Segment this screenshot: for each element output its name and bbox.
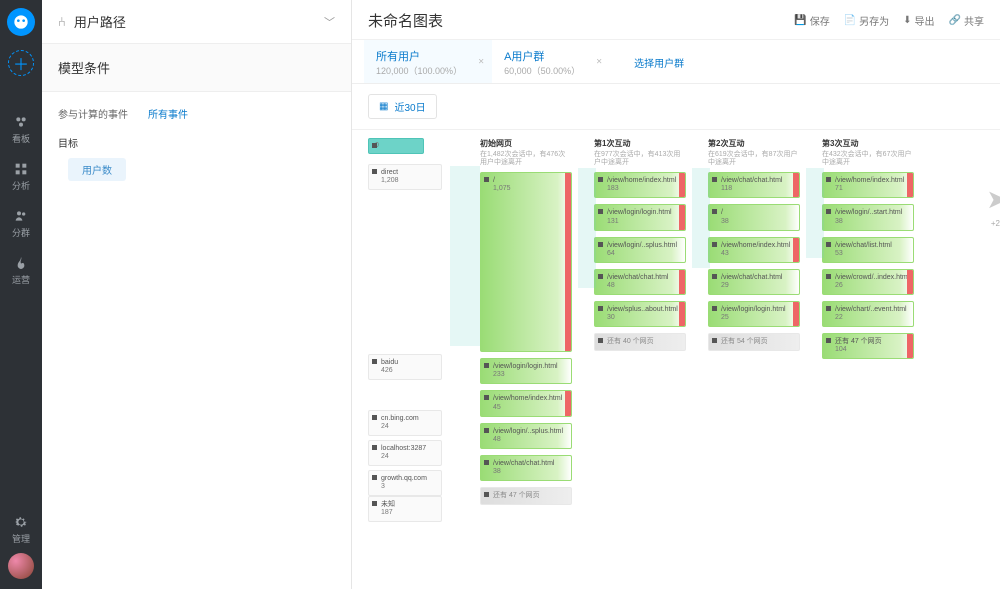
nav-analysis[interactable]: 分析 (0, 153, 42, 200)
tab-all-users[interactable]: 所有用户 120,000（100.00%） × (364, 40, 492, 83)
sankey-chart: 0 direct1,208 baidu426 cn.bing.com24 localho… (352, 130, 1000, 589)
export-button[interactable]: ⬇ 导出 (903, 13, 934, 28)
tab-select-cohort[interactable]: 选择用户群 (610, 40, 714, 83)
nav-cohort[interactable]: 分群 (0, 200, 42, 247)
tab-cohort-a[interactable]: A用户群 60,000（50.00%） × (492, 40, 610, 83)
column-sub: 在619次会话中，有87次用户中途离开 (708, 151, 800, 166)
path-node[interactable]: /view/splus..about.html30 (594, 301, 686, 327)
metric-chip[interactable]: 用户数 (68, 158, 126, 181)
tab-sub: 120,000（100.00%） (376, 64, 462, 77)
close-icon[interactable]: × (478, 56, 484, 67)
save-as-button[interactable]: 📄 另存为 (844, 13, 889, 28)
path-node[interactable]: /view/login/login.html131 (594, 204, 686, 230)
date-label: 近30日 (394, 99, 425, 114)
nav-label: 分析 (12, 179, 30, 192)
share-button[interactable]: 🔗 共享 (949, 13, 984, 28)
start-node[interactable]: 0 (368, 138, 424, 154)
source-node[interactable]: 未知187 (368, 496, 442, 522)
nav-rail: ＋ 看板 分析 分群 运营 管理 (0, 0, 42, 589)
path-node[interactable]: 还有 47 个网页 (480, 487, 572, 505)
path-node[interactable]: /view/login/..start.html38 (822, 204, 914, 230)
top-actions: 💾 保存 📄 另存为 ⬇ 导出 🔗 共享 (794, 13, 984, 28)
path-node[interactable]: 还有 54 个网页 (708, 333, 800, 351)
path-icon: ⑃ (58, 14, 66, 29)
column-sub: 在977次会话中，有413次用户中途离开 (594, 151, 686, 166)
chart-title[interactable]: 未命名图表 (368, 10, 443, 31)
column-sub: 在432次会话中，有67次用户中途离开 (822, 151, 914, 166)
app-logo-icon[interactable] (7, 8, 35, 36)
nav-label: 管理 (12, 532, 30, 545)
source-node[interactable]: localhost:328724 (368, 440, 442, 466)
users-icon (13, 208, 29, 224)
events-label: 参与计算的事件 (58, 106, 128, 121)
column-title: 第3次互动 (822, 138, 914, 149)
column-title: 初始网页 (480, 138, 572, 149)
source-node[interactable]: baidu426 (368, 354, 442, 380)
nav-label: 分群 (12, 226, 30, 239)
path-node[interactable]: /view/home/index.html71 (822, 172, 914, 198)
nav-label: 运营 (12, 273, 30, 286)
config-header[interactable]: ⑃ 用户路径 ﹀ (42, 0, 351, 44)
path-node[interactable]: /view/login/..splus.html48 (480, 423, 572, 449)
dashboard-icon (13, 114, 29, 130)
path-node[interactable]: /view/home/index.html45 (480, 390, 572, 416)
path-node[interactable]: /view/home/index.html183 (594, 172, 686, 198)
date-range-picker[interactable]: ▦ 近30日 (368, 94, 437, 119)
column-title: 第2次互动 (708, 138, 800, 149)
path-node[interactable]: /view/login/login.html25 (708, 301, 800, 327)
user-avatar[interactable] (8, 553, 34, 579)
path-node[interactable]: /view/chat/chat.html118 (708, 172, 800, 198)
source-node[interactable]: cn.bing.com24 (368, 410, 442, 436)
path-node[interactable]: /view/chat/list.html53 (822, 237, 914, 263)
metric-head: 目标 (58, 135, 335, 150)
path-node[interactable]: /1,075 (480, 172, 572, 352)
next-step-arrow[interactable]: ➤ (986, 184, 1000, 215)
flame-icon (13, 255, 29, 271)
cohort-tabs: 所有用户 120,000（100.00%） × A用户群 60,000（50.0… (352, 40, 1000, 84)
source-node[interactable]: growth.qq.com3 (368, 470, 442, 496)
path-node[interactable]: /view/chat/chat.html38 (480, 455, 572, 481)
main-topbar: 未命名图表 💾 保存 📄 另存为 ⬇ 导出 🔗 共享 (352, 0, 1000, 40)
add-button[interactable]: ＋ (8, 50, 34, 76)
chevron-down-icon[interactable]: ﹀ (324, 14, 335, 30)
path-node[interactable]: /view/chat/chat.html48 (594, 269, 686, 295)
tab-label: 选择用户群 (634, 55, 684, 70)
main-area: 未命名图表 💾 保存 📄 另存为 ⬇ 导出 🔗 共享 所有用户 120,000（… (352, 0, 1000, 589)
path-node[interactable]: /view/login/login.html233 (480, 358, 572, 384)
path-node[interactable]: /view/crowd/..index.html26 (822, 269, 914, 295)
gear-icon (13, 514, 29, 530)
config-title: 用户路径 (74, 12, 126, 31)
path-node[interactable]: /view/chat/chat.html29 (708, 269, 800, 295)
close-icon[interactable]: × (596, 56, 602, 67)
path-node[interactable]: 还有 40 个网页 (594, 333, 686, 351)
path-node[interactable]: /view/login/..splus.html64 (594, 237, 686, 263)
calendar-icon: ▦ (379, 101, 388, 112)
config-panel: ⑃ 用户路径 ﹀ 模型条件 参与计算的事件 所有事件 目标 用户数 (42, 0, 352, 589)
section-title: 模型条件 (42, 44, 351, 92)
path-node[interactable]: /view/home/index.html43 (708, 237, 800, 263)
nav-label: 看板 (12, 132, 30, 145)
tab-label: 所有用户 (376, 48, 462, 64)
config-body: 参与计算的事件 所有事件 目标 用户数 (42, 92, 351, 195)
grid-icon (13, 161, 29, 177)
date-row: ▦ 近30日 (352, 84, 1000, 130)
events-selector[interactable]: 所有事件 (148, 106, 188, 121)
nav-operate[interactable]: 运营 (0, 247, 42, 294)
column-sub: 在1,482次会话中，有476次用户中途离开 (480, 151, 572, 166)
save-button[interactable]: 💾 保存 (794, 13, 829, 28)
path-node[interactable]: /view/chart/..event.html22 (822, 301, 914, 327)
nav-dashboard[interactable]: 看板 (0, 106, 42, 153)
tab-label: A用户群 (504, 48, 580, 64)
path-node[interactable]: 还有 47 个网页104 (822, 333, 914, 359)
tab-sub: 60,000（50.00%） (504, 64, 580, 77)
path-node[interactable]: /38 (708, 204, 800, 230)
nav-manage[interactable]: 管理 (0, 506, 42, 553)
more-steps-label: +2步 (991, 218, 1000, 229)
source-node[interactable]: direct1,208 (368, 164, 442, 190)
column-title: 第1次互动 (594, 138, 686, 149)
